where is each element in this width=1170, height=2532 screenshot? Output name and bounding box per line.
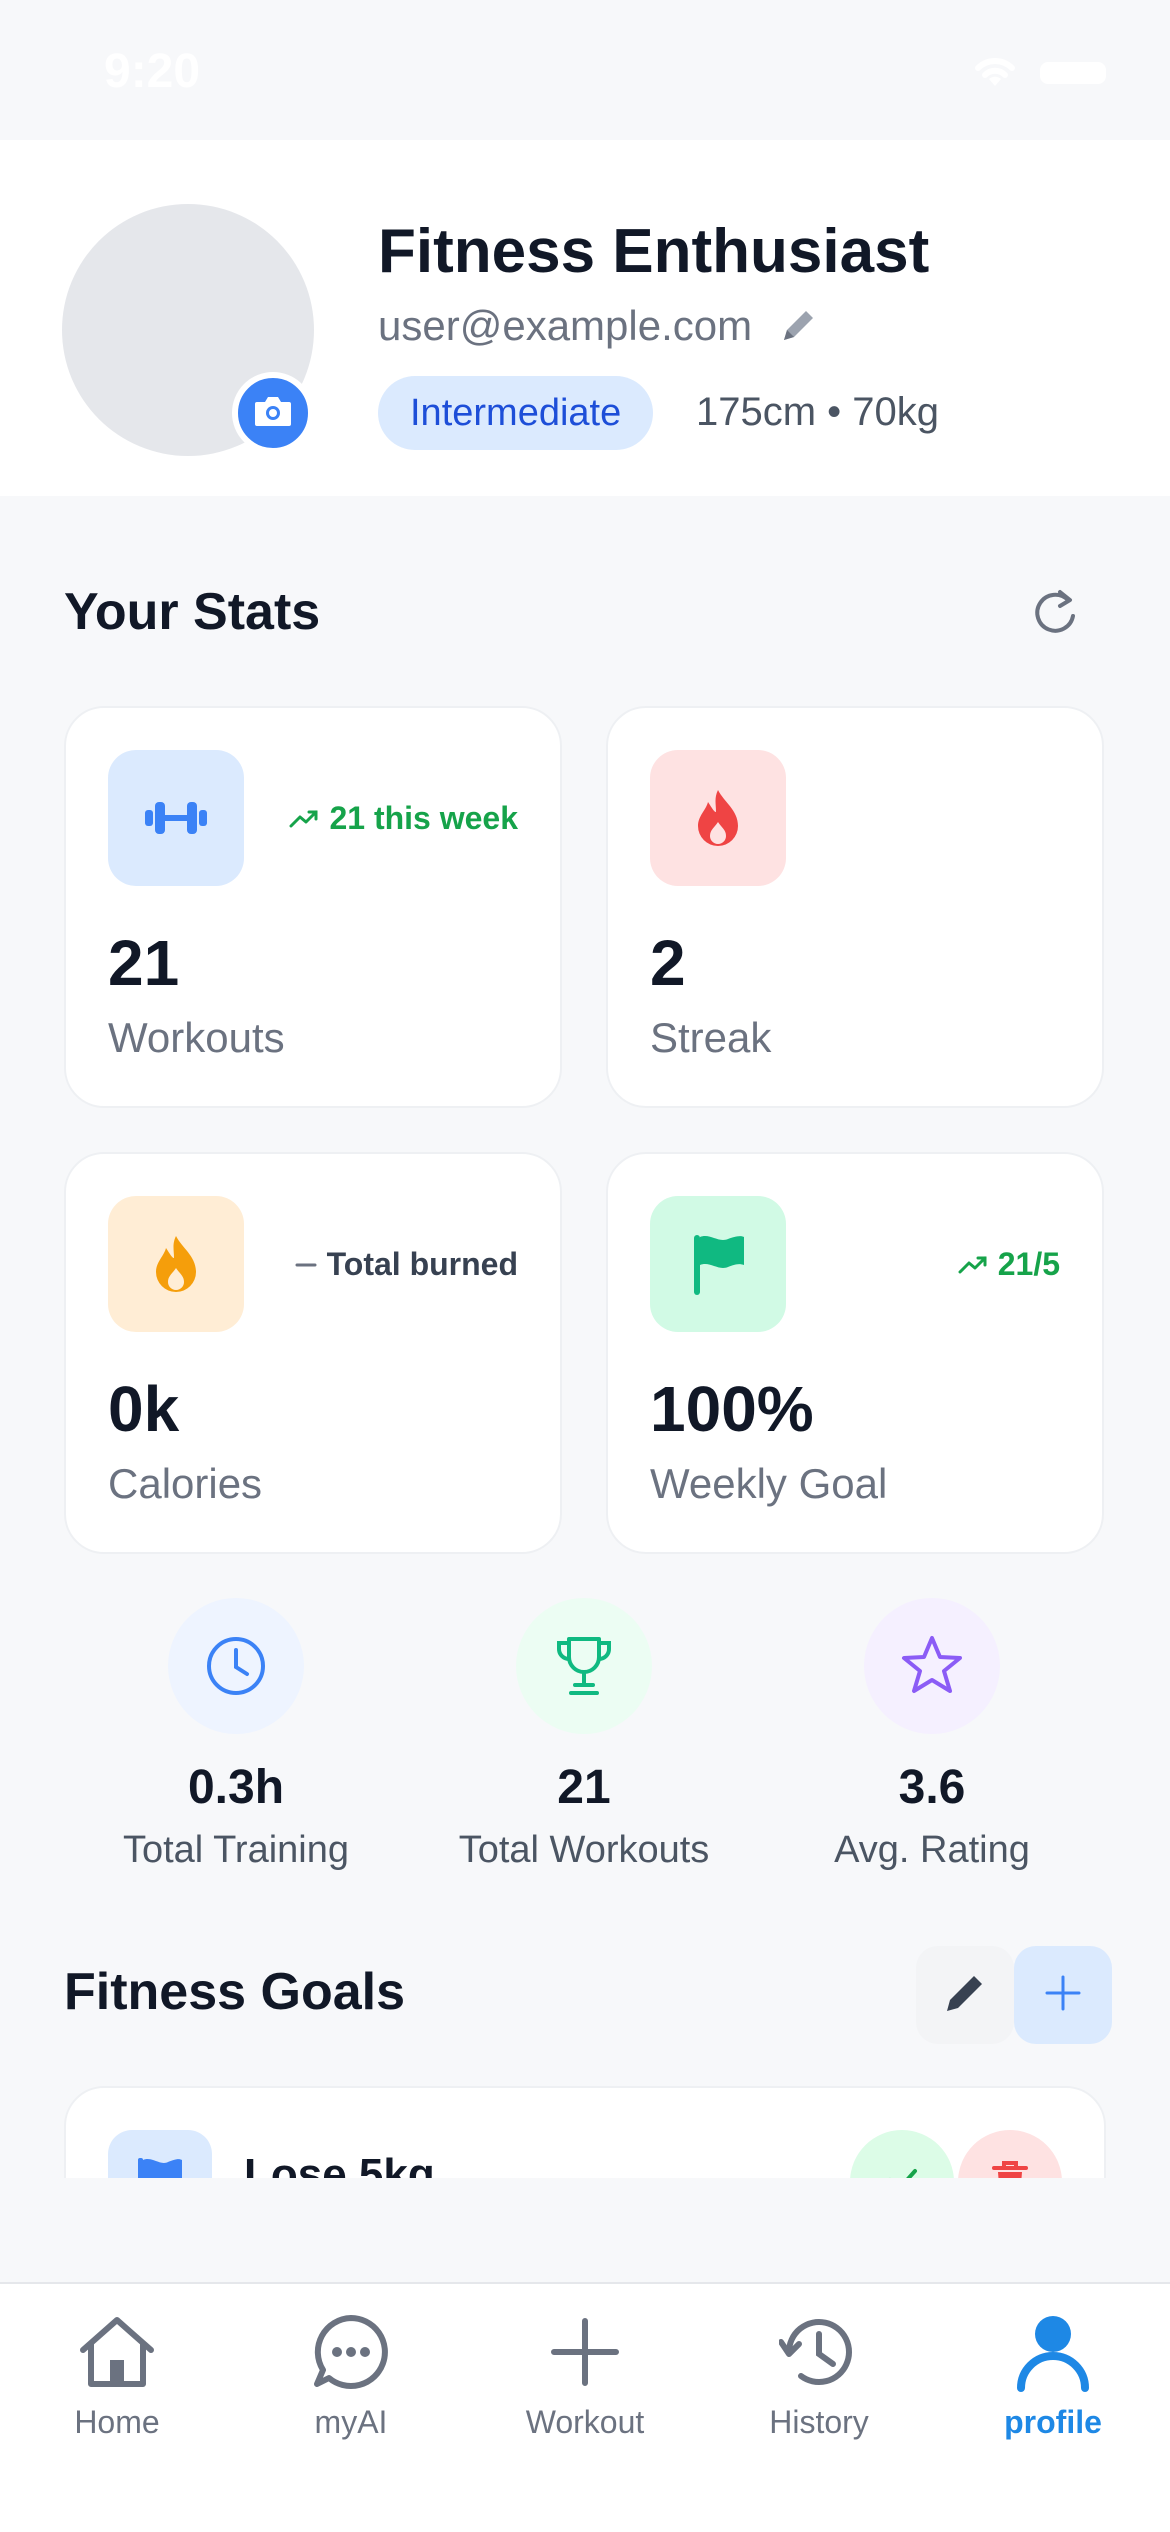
goals-list: Lose 5kg xyxy=(0,2086,1170,2178)
stats-section-title: Your Stats xyxy=(64,583,321,641)
summary-label: Total Workouts xyxy=(458,1829,710,1871)
complete-goal-button[interactable] xyxy=(850,2130,954,2178)
trending-up-icon xyxy=(958,1246,988,1283)
trend-indicator: Total burned xyxy=(295,1246,518,1283)
tab-label: profile xyxy=(1004,2404,1102,2440)
summary-total-workouts: 21 Total Workouts xyxy=(434,1598,734,1872)
goal-card[interactable]: Lose 5kg xyxy=(64,2086,1106,2178)
tab-label: Workout xyxy=(525,2404,645,2440)
stat-value: 100% xyxy=(650,1373,814,1445)
delete-goal-button[interactable] xyxy=(958,2130,1062,2178)
trend-indicator: 21/5 xyxy=(958,1246,1060,1283)
plus-icon xyxy=(468,2304,702,2400)
stat-value: 0k xyxy=(108,1373,180,1445)
stat-card-workouts: 21 this week 21 Workouts xyxy=(64,706,562,1108)
tab-profile[interactable]: profile xyxy=(936,2304,1170,2441)
chat-icon xyxy=(234,2304,468,2400)
trending-up-icon xyxy=(289,800,319,837)
refresh-icon xyxy=(1030,586,1080,645)
summary-value: 0.3h xyxy=(187,1761,285,1814)
stat-label: Streak xyxy=(650,1014,772,1061)
summary-avg-rating: 3.6 Avg. Rating xyxy=(782,1598,1082,1872)
status-time: 9:20 xyxy=(104,45,201,98)
camera-icon xyxy=(253,394,293,433)
wifi-icon xyxy=(970,52,1020,93)
stat-label: Workouts xyxy=(108,1014,285,1061)
star-icon xyxy=(864,1598,1000,1734)
profile-email: user@example.com xyxy=(378,302,753,349)
plus-icon xyxy=(1043,1973,1083,2018)
trend-text: 21 this week xyxy=(329,800,518,836)
stat-value: 21 xyxy=(108,927,180,999)
summary-value: 21 xyxy=(557,1761,611,1814)
summary-label: Avg. Rating xyxy=(834,1829,1030,1871)
stat-card-streak: 2 Streak xyxy=(606,706,1104,1108)
change-photo-button[interactable] xyxy=(232,372,314,454)
profile-header: Fitness Enthusiast user@example.com Inte… xyxy=(0,140,1170,496)
trend-indicator: 21 this week xyxy=(289,800,518,837)
refresh-button[interactable] xyxy=(1020,580,1090,650)
trash-icon xyxy=(990,2158,1030,2178)
bottom-tab-bar: Home myAI Workout History profile xyxy=(0,2282,1170,2532)
edit-goals-button[interactable] xyxy=(916,1946,1014,2044)
dumbbell-icon xyxy=(108,750,244,886)
tab-workout[interactable]: Workout xyxy=(468,2304,702,2441)
tab-home[interactable]: Home xyxy=(0,2304,234,2441)
home-icon xyxy=(0,2304,234,2400)
stat-card-calories: Total burned 0k Calories xyxy=(64,1152,562,1554)
stat-card-weekly-goal: 21/5 100% Weekly Goal xyxy=(606,1152,1104,1554)
goal-title: Lose 5kg xyxy=(244,2150,435,2178)
pencil-icon xyxy=(941,1969,989,2022)
tab-label: myAI xyxy=(314,2404,388,2440)
goals-section-title: Fitness Goals xyxy=(64,1963,405,2021)
history-icon xyxy=(702,2304,936,2400)
flag-icon xyxy=(108,2130,212,2178)
person-icon xyxy=(936,2304,1170,2400)
summary-value: 3.6 xyxy=(898,1761,966,1814)
tab-myai[interactable]: myAI xyxy=(234,2304,468,2441)
stat-value: 2 xyxy=(650,927,686,999)
tab-label: Home xyxy=(74,2404,160,2440)
summary-label: Total Training xyxy=(122,1829,349,1871)
tab-label: History xyxy=(769,2404,869,2440)
clock-icon xyxy=(168,1598,304,1734)
flame-icon xyxy=(650,750,786,886)
trend-text: Total burned xyxy=(326,1246,518,1282)
neutral-dash-icon xyxy=(295,1246,317,1283)
body-metrics: 175cm • 70kg xyxy=(696,390,940,434)
add-goal-button[interactable] xyxy=(1014,1946,1112,2044)
stat-label: Calories xyxy=(108,1460,263,1507)
fitness-level-badge: Intermediate xyxy=(378,376,654,450)
status-bar: 9:20 xyxy=(0,0,1170,140)
stat-label: Weekly Goal xyxy=(650,1460,888,1507)
trend-text: 21/5 xyxy=(997,1246,1060,1282)
profile-name: Fitness Enthusiast xyxy=(378,217,930,286)
pencil-icon[interactable] xyxy=(778,306,818,351)
tab-history[interactable]: History xyxy=(702,2304,936,2441)
flame-icon xyxy=(108,1196,244,1332)
check-icon xyxy=(882,2160,922,2178)
battery-icon xyxy=(1040,62,1106,84)
goal-actions xyxy=(916,1946,1112,2044)
trophy-icon xyxy=(516,1598,652,1734)
summary-total-training: 0.3h Total Training xyxy=(86,1598,386,1872)
flag-icon xyxy=(650,1196,786,1332)
